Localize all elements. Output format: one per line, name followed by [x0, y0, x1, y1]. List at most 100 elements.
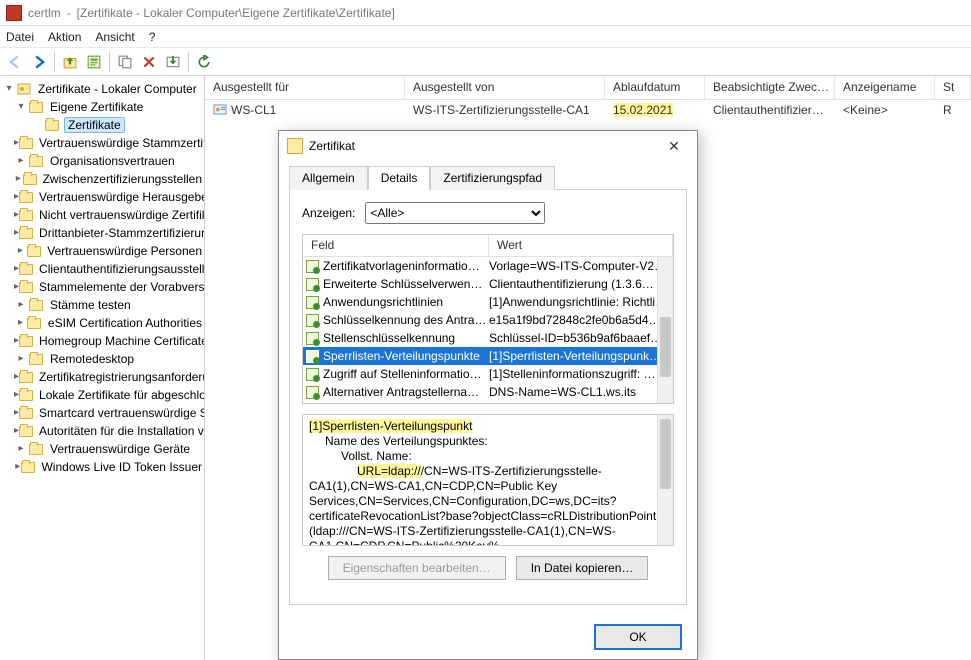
dialog-titlebar[interactable]: Zertifikat ✕: [279, 131, 697, 161]
tree-pane[interactable]: ▾ Zertifikate - Lokaler Computer ▾ Eigen…: [0, 76, 205, 660]
field-row[interactable]: StellenschlüsselkennungSchlüssel-ID=b536…: [303, 329, 657, 347]
cell-expiry: 15.02.2021: [613, 103, 673, 117]
show-select[interactable]: <Alle>: [365, 202, 545, 224]
field-list[interactable]: Feld Wert Zertifikatvorlageninformatio…V…: [302, 234, 674, 404]
field-value: DNS-Name=WS-CL1.ws.its: [489, 385, 657, 399]
tree-node[interactable]: ▸Lokale Zertifikate für abgeschlossene G…: [0, 386, 204, 404]
tree-twisty-icon[interactable]: ▸: [14, 174, 23, 184]
scrollbar-thumb[interactable]: [660, 419, 671, 489]
tree-node[interactable]: ▸ Vertrauenswürdige Geräte: [0, 440, 204, 458]
tree-node[interactable]: ▸Smartcard vertrauenswürdige Stammzertif…: [0, 404, 204, 422]
tree-node[interactable]: ▸Drittanbieter-Stammzertifizierungsstell…: [0, 224, 204, 242]
tree-node-label: Vertrauenswürdige Geräte: [48, 442, 192, 456]
col-value[interactable]: Wert: [489, 235, 673, 256]
tab-certpath[interactable]: Zertifizierungspfad: [430, 166, 555, 190]
tree-twisty-icon[interactable]: ▸: [14, 444, 28, 454]
refresh-icon[interactable]: [193, 51, 215, 73]
menu-action[interactable]: Aktion: [48, 30, 81, 44]
folder-icon: [19, 390, 33, 401]
extension-icon: [306, 332, 319, 345]
forward-icon[interactable]: [28, 51, 50, 73]
tree-node-own[interactable]: Eigene Zertifikate: [48, 100, 145, 114]
col-issued-to[interactable]: Ausgestellt für: [205, 76, 405, 99]
menu-file[interactable]: Datei: [6, 30, 34, 44]
tree-node-label: Windows Live ID Token Issuer: [39, 460, 204, 474]
tree-node[interactable]: ▸Stammelemente der Vorabversion: [0, 278, 204, 296]
ok-button[interactable]: OK: [595, 625, 681, 649]
tree-node[interactable]: ▸Remotedesktop: [0, 350, 204, 368]
cert-icon: [213, 103, 227, 117]
detail-line: certificateRevocationList?base?objectCla…: [309, 509, 656, 523]
field-value: [1]Stelleninformationszugriff: …: [489, 367, 657, 381]
col-issued-by[interactable]: Ausgestellt von: [405, 76, 605, 99]
tree-node[interactable]: ▸Nicht vertrauenswürdige Zertifikate: [0, 206, 204, 224]
list-row[interactable]: WS-CL1 WS-ITS-Zertifizierungsstelle-CA1 …: [205, 100, 971, 120]
tree-twisty-icon[interactable]: ▸: [14, 318, 27, 328]
tree-twisty-icon[interactable]: ▾: [14, 102, 28, 112]
menu-help[interactable]: ?: [149, 30, 156, 44]
tree-twisty-icon[interactable]: ▸: [14, 462, 21, 472]
up-icon[interactable]: [59, 51, 81, 73]
tree-root[interactable]: Zertifikate - Lokaler Computer: [36, 82, 199, 96]
tree-node-label: Stammelemente der Vorabversion: [37, 280, 205, 294]
app-icon: [6, 5, 22, 21]
tree-node[interactable]: ▸Vertrauenswürdige Stammzertifizierungss…: [0, 134, 204, 152]
tree-twisty-icon[interactable]: ▸: [14, 300, 28, 310]
tree-twisty-icon[interactable]: ▸: [14, 246, 27, 256]
folder-icon: [29, 102, 43, 113]
field-row[interactable]: Alternativer Antragstellerna…DNS-Name=WS…: [303, 383, 657, 401]
tree-node[interactable]: ▸Homegroup Machine Certificates: [0, 332, 204, 350]
col-field[interactable]: Feld: [303, 235, 489, 256]
tree-node-label: Clientauthentifizierungsaussteller: [37, 262, 205, 276]
tab-details[interactable]: Details: [368, 166, 431, 190]
tree-node[interactable]: ▸Stämme testen: [0, 296, 204, 314]
tree-node-label: eSIM Certification Authorities: [46, 316, 204, 330]
list-header[interactable]: Ausgestellt für Ausgestellt von Ablaufda…: [205, 76, 971, 100]
tree-node-certs[interactable]: Zertifikate: [64, 117, 125, 133]
col-display[interactable]: Anzeigename: [835, 76, 935, 99]
close-icon[interactable]: ✕: [659, 135, 689, 157]
field-row[interactable]: Schlüsselkennung des Antra…e15a1f9bd7284…: [303, 311, 657, 329]
app-name: certlm: [28, 6, 61, 20]
menu-view[interactable]: Ansicht: [95, 30, 134, 44]
scrollbar[interactable]: [657, 415, 673, 545]
tree-node[interactable]: ▸Zertifikatregistrierungsanforderungen: [0, 368, 204, 386]
field-name: Stellenschlüsselkennung: [321, 331, 489, 345]
tab-general[interactable]: Allgemein: [289, 166, 368, 190]
tree-node-label: Drittanbieter-Stammzertifizierungsstelle…: [37, 226, 205, 240]
export-icon[interactable]: [162, 51, 184, 73]
field-row[interactable]: Anwendungsrichtlinien[1]Anwendungsrichtl…: [303, 293, 657, 311]
cell-status: R: [943, 103, 952, 117]
delete-icon[interactable]: [138, 51, 160, 73]
copy-icon[interactable]: [114, 51, 136, 73]
tree-node[interactable]: ▸Autoritäten für die Installation von Pa…: [0, 422, 204, 440]
tree-node[interactable]: ▸Zwischenzertifizierungsstellen: [0, 170, 204, 188]
tree-node[interactable]: ▸ Windows Live ID Token Issuer: [0, 458, 204, 476]
tree-node[interactable]: ▸ eSIM Certification Authorities: [0, 314, 204, 332]
folder-icon: [29, 444, 43, 455]
tree-node[interactable]: ▸Organisationsvertrauen: [0, 152, 204, 170]
detail-textbox[interactable]: [1]Sperrlisten-Verteilungspunkt Name des…: [302, 414, 674, 546]
field-row[interactable]: Zertifikatvorlageninformatio…Vorlage=WS-…: [303, 257, 657, 275]
tree-twisty-icon[interactable]: ▸: [14, 156, 28, 166]
tree-twisty-icon[interactable]: ▸: [14, 354, 28, 364]
folder-icon: [21, 462, 35, 473]
tree-node[interactable]: ▸Vertrauenswürdige Herausgeber: [0, 188, 204, 206]
field-row[interactable]: Sperrlisten-Verteilungspunkte[1]Sperrlis…: [303, 347, 657, 365]
properties-icon[interactable]: [83, 51, 105, 73]
scrollbar-thumb[interactable]: [660, 317, 671, 377]
cell-issued-to: WS-CL1: [231, 103, 276, 117]
folder-icon: [19, 282, 33, 293]
tree-twisty-icon[interactable]: ▾: [2, 84, 16, 94]
col-status[interactable]: St: [935, 76, 971, 99]
tree-node[interactable]: ▸Vertrauenswürdige Personen: [0, 242, 204, 260]
scrollbar[interactable]: [657, 257, 673, 403]
back-icon: [4, 51, 26, 73]
toolbar: [0, 48, 971, 76]
tree-node[interactable]: ▸Clientauthentifizierungsaussteller: [0, 260, 204, 278]
field-row[interactable]: Zugriff auf Stelleninformatio…[1]Stellen…: [303, 365, 657, 383]
col-expiry[interactable]: Ablaufdatum: [605, 76, 705, 99]
copy-to-file-button[interactable]: In Datei kopieren…: [516, 556, 649, 580]
field-row[interactable]: Erweiterte Schlüsselverwen…Clientauthent…: [303, 275, 657, 293]
col-purpose[interactable]: Beabsichtigte Zwec…: [705, 76, 835, 99]
